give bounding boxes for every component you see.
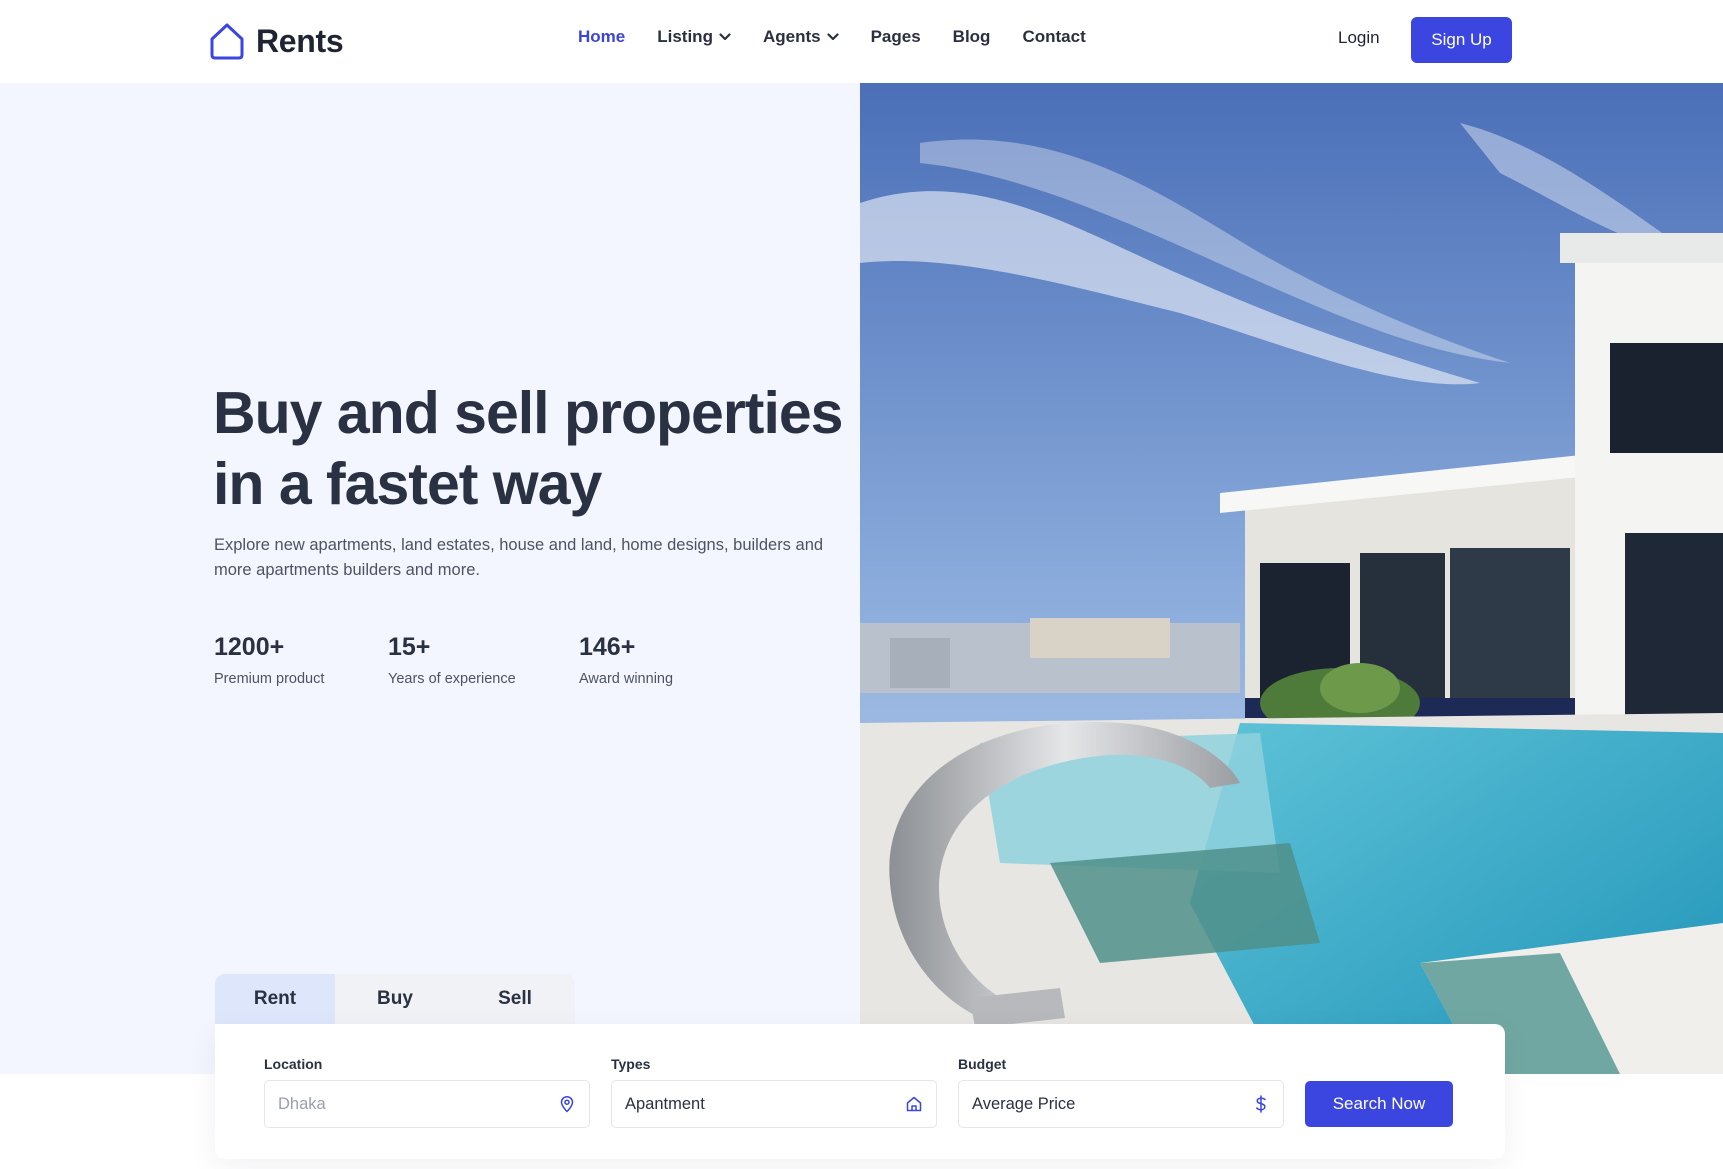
nav-agents-label: Agents xyxy=(762,27,821,46)
types-select[interactable]: Apantment xyxy=(611,1080,937,1128)
stat-value: 146+ xyxy=(579,633,636,661)
stat-label: Years of experience xyxy=(388,671,516,687)
nav-pages-label: Pages xyxy=(870,27,921,46)
villa-pool-illustration xyxy=(860,83,1723,1074)
house-outline-icon xyxy=(210,23,244,60)
search-card: Location Types Apantment Budget Average … xyxy=(215,1024,1505,1159)
stat-premium-product: 1200+ Premium product xyxy=(214,633,324,687)
stat-years-experience: 15+ Years of experience xyxy=(388,633,516,687)
types-label: Types xyxy=(611,1056,651,1072)
dollar-icon xyxy=(1256,1095,1266,1113)
location-box[interactable] xyxy=(264,1080,590,1128)
hero-title-line1: Buy and sell properties xyxy=(213,380,843,446)
budget-select[interactable]: Average Price xyxy=(958,1080,1284,1128)
brand-name: Rents xyxy=(256,22,344,59)
signup-button[interactable]: Sign Up xyxy=(1411,17,1512,63)
tab-sell[interactable]: Sell xyxy=(455,974,575,1024)
hero-title-line2: in a fastet way xyxy=(213,451,602,517)
hero-image xyxy=(860,83,1723,1074)
map-pin-icon xyxy=(560,1096,574,1113)
stat-value: 15+ xyxy=(388,633,431,661)
nav-contact-label: Contact xyxy=(1022,27,1086,46)
chevron-down-icon xyxy=(719,33,731,41)
types-value: Apantment xyxy=(625,1094,705,1113)
tab-buy[interactable]: Buy xyxy=(335,974,455,1024)
brand-logo[interactable]: Rents xyxy=(208,22,344,60)
budget-value: Average Price xyxy=(972,1094,1076,1113)
location-field: Location xyxy=(264,1056,590,1128)
nav-contact[interactable]: Contact xyxy=(1022,27,1085,47)
nav-listing[interactable]: Listing xyxy=(657,27,731,47)
chevron-down-icon xyxy=(826,33,839,41)
main-nav: Home Listing Agents Pages Blog Contact xyxy=(578,27,1118,47)
nav-blog[interactable]: Blog xyxy=(953,27,991,47)
types-field: Types Apantment xyxy=(611,1056,937,1128)
hero-subtitle: Explore new apartments, land estates, ho… xyxy=(214,536,824,579)
stat-value: 1200+ xyxy=(214,633,285,661)
budget-label: Budget xyxy=(958,1056,1007,1072)
home-icon xyxy=(906,1096,922,1112)
tab-rent[interactable]: Rent xyxy=(215,974,335,1024)
nav-home-label: Home xyxy=(578,27,626,46)
search-now-button[interactable]: Search Now xyxy=(1305,1081,1453,1127)
location-label: Location xyxy=(264,1056,323,1072)
navbar: Rents Home Listing Agents Pages Blog Con… xyxy=(0,0,1723,83)
search-tabs: Rent Buy Sell xyxy=(215,974,575,1024)
stat-label: Premium product xyxy=(214,671,325,687)
stat-label: Award winning xyxy=(579,671,674,687)
nav-home[interactable]: Home xyxy=(578,27,625,47)
login-link[interactable]: Login xyxy=(1338,28,1380,48)
nav-pages[interactable]: Pages xyxy=(871,27,921,47)
nav-blog-label: Blog xyxy=(952,27,991,46)
hero-title: Buy and sell properties in a fastet way xyxy=(213,378,853,520)
nav-agents[interactable]: Agents xyxy=(763,27,839,47)
stat-award-winning: 146+ Award winning xyxy=(579,633,673,687)
location-input[interactable] xyxy=(278,1094,528,1114)
nav-listing-label: Listing xyxy=(657,27,713,46)
budget-field: Budget Average Price xyxy=(958,1056,1284,1128)
